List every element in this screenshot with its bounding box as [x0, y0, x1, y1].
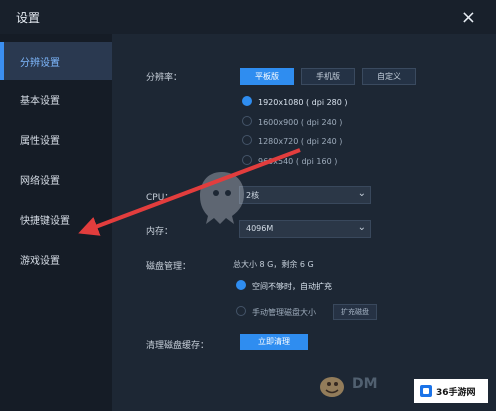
sidebar-item-basic[interactable]: 基本设置: [0, 80, 112, 118]
radio-label: 960x540 ( dpi 160 ): [258, 157, 338, 166]
window-title: 设置: [16, 11, 41, 25]
watermark-text: DM: [352, 376, 378, 392]
sidebar-item-label: 基本设置: [20, 96, 60, 107]
sidebar-item-games[interactable]: 游戏设置: [0, 240, 112, 278]
radio-label: 空间不够时，自动扩充: [252, 282, 332, 291]
cpu-label: CPU：: [146, 193, 174, 203]
tab-tablet[interactable]: 平板版: [240, 68, 294, 85]
sidebar-item-shortcuts[interactable]: 快捷键设置: [0, 200, 112, 238]
settings-panel: 分辨率： 平板版 手机版 自定义 1920x1080 ( dpi 280 ) 1…: [112, 34, 496, 411]
sidebar: 分辨设置 基本设置 属性设置 网络设置 快捷键设置 游戏设置: [0, 34, 112, 411]
radio-label: 1600x900 ( dpi 240 ): [258, 118, 343, 127]
sidebar-item-label: 游戏设置: [20, 256, 60, 267]
sidebar-item-label: 快捷键设置: [20, 216, 70, 227]
radio-icon: [242, 135, 252, 145]
resolution-option-1600[interactable]: 1600x900 ( dpi 240 ): [242, 116, 342, 127]
radio-label: 1280x720 ( dpi 240 ): [258, 137, 343, 146]
sidebar-item-resolution[interactable]: 分辨设置: [0, 42, 112, 80]
memory-select[interactable]: 4096M ⌄: [239, 220, 371, 238]
sidebar-item-properties[interactable]: 属性设置: [0, 120, 112, 158]
radio-label: 1920x1080 ( dpi 280 ): [258, 98, 348, 107]
close-icon[interactable]: ×: [461, 7, 476, 28]
resolution-option-1920[interactable]: 1920x1080 ( dpi 280 ): [242, 96, 348, 107]
radio-selected-icon: [242, 96, 252, 106]
sidebar-item-label: 网络设置: [20, 176, 60, 187]
tab-custom[interactable]: 自定义: [362, 68, 416, 85]
clear-cache-label: 清理磁盘缓存：: [146, 341, 210, 351]
radio-icon: [242, 116, 252, 126]
sidebar-item-label: 属性设置: [20, 136, 60, 147]
chevron-down-icon: ⌄: [357, 222, 366, 233]
sidebar-item-network[interactable]: 网络设置: [0, 160, 112, 198]
resolution-label: 分辨率：: [146, 73, 183, 83]
settings-window: 设置 × 分辨设置 基本设置 属性设置 网络设置 快捷键设置 游戏设置 分辨率：…: [0, 0, 496, 411]
clear-cache-button[interactable]: 立即清理: [240, 334, 308, 350]
site-watermark: 36手游网: [414, 379, 488, 403]
title-bar: 设置 ×: [0, 0, 496, 34]
cpu-value: 2核: [246, 191, 260, 200]
cpu-select[interactable]: 2核 ⌄: [239, 186, 371, 204]
resolution-option-1280[interactable]: 1280x720 ( dpi 240 ): [242, 135, 342, 146]
resolution-option-960[interactable]: 960x540 ( dpi 160 ): [242, 155, 337, 166]
sidebar-item-label: 分辨设置: [20, 58, 60, 69]
resolution-tabs: 平板版 手机版 自定义: [240, 68, 416, 85]
memory-value: 4096M: [246, 224, 274, 233]
radio-label: 手动管理磁盘大小: [252, 308, 316, 317]
expand-disk-button[interactable]: 扩充磁盘: [333, 304, 377, 320]
memory-label: 内存：: [146, 227, 174, 237]
radio-icon: [236, 306, 246, 316]
disk-info: 总大小 8 G，剩余 6 G: [233, 260, 314, 269]
disk-label: 磁盘管理：: [146, 262, 192, 272]
site-logo-icon: [420, 385, 432, 397]
site-name: 36手游网: [436, 387, 476, 398]
disk-manual-option[interactable]: 手动管理磁盘大小: [236, 306, 316, 318]
radio-icon: [242, 155, 252, 165]
disk-auto-expand-option[interactable]: 空间不够时，自动扩充: [236, 280, 332, 292]
chevron-down-icon: ⌄: [357, 188, 366, 199]
tab-phone[interactable]: 手机版: [301, 68, 355, 85]
radio-selected-icon: [236, 280, 246, 290]
